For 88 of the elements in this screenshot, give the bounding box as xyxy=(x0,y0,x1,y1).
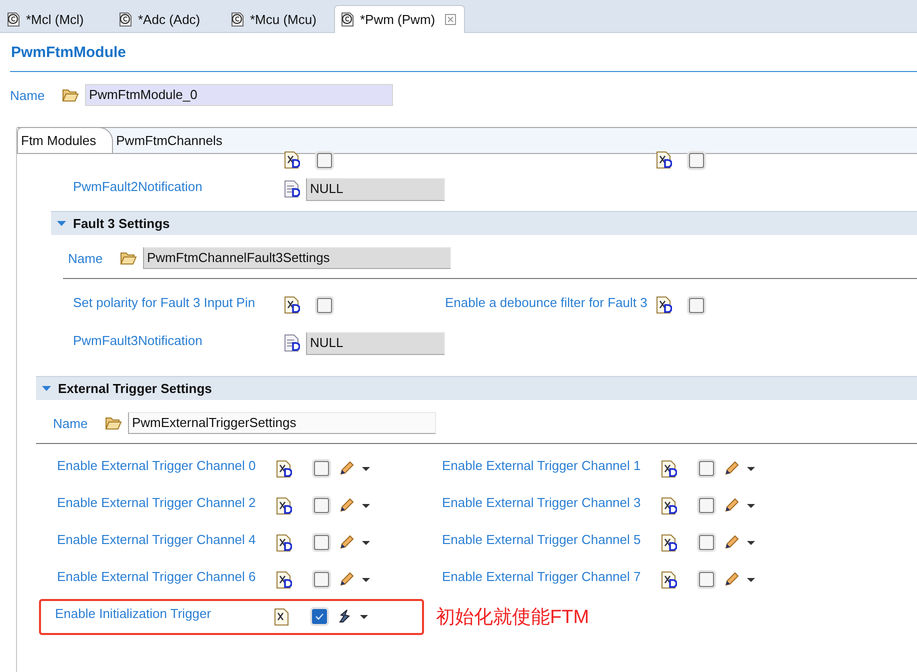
parameter-label: Enable External Trigger Channel 2 xyxy=(57,495,257,510)
folder-icon xyxy=(105,416,122,430)
annotation-text: 初始化就使能FTM xyxy=(436,606,590,630)
parameter-label: PwmFault2Notification xyxy=(73,178,204,194)
checkbox[interactable] xyxy=(312,609,327,624)
parameter-label: Enable Initialization Trigger xyxy=(55,606,212,621)
dropdown-caret-icon xyxy=(747,466,755,470)
editor-tab[interactable]: *Mcl (Mcl) xyxy=(4,6,104,32)
pencil-icon xyxy=(339,461,354,476)
dropdown-caret-icon xyxy=(360,614,368,618)
variable-type-icon xyxy=(661,534,677,552)
document-icon xyxy=(284,180,300,198)
field-label: Name xyxy=(53,416,89,430)
section-header[interactable]: External Trigger Settings xyxy=(36,376,917,400)
page-title: PwmFtmModule xyxy=(10,33,917,72)
checkbox[interactable] xyxy=(314,461,329,476)
document-icon xyxy=(118,12,132,26)
dropdown-caret-icon xyxy=(747,578,755,582)
dropdown-caret-icon xyxy=(362,504,370,508)
pencil-icon xyxy=(339,572,354,587)
name-field[interactable]: PwmFtmChannelFault3Settings xyxy=(143,247,451,269)
editor-tab[interactable]: *Mcu (Mcu) xyxy=(228,6,328,32)
checkbox[interactable] xyxy=(314,498,329,513)
variable-type-icon xyxy=(656,296,672,314)
checkbox[interactable] xyxy=(699,572,714,587)
variable-type-icon xyxy=(661,496,677,514)
pencil-icon xyxy=(339,498,354,513)
parameter-label: PwmFault3Notification xyxy=(73,332,204,348)
dropdown-caret-icon xyxy=(747,540,755,544)
parameter-label: Enable a debounce filter for Fault 3 xyxy=(445,294,648,310)
folder-icon xyxy=(120,251,137,265)
variable-type-icon xyxy=(276,460,292,478)
variable-type-icon xyxy=(661,460,677,478)
editor-tab[interactable]: *Adc (Adc) xyxy=(116,6,216,32)
pencil-icon xyxy=(724,572,739,587)
document-icon xyxy=(284,334,300,352)
parameter-label: Enable External Trigger Channel 7 xyxy=(442,569,642,584)
pencil-icon xyxy=(724,535,739,550)
name-field[interactable]: PwmFtmModule_0 xyxy=(85,84,393,106)
dropdown-caret-icon xyxy=(362,466,370,470)
folder-icon xyxy=(62,88,79,102)
dropdown-caret-icon xyxy=(362,540,370,544)
parameter-label: Enable External Trigger Channel 4 xyxy=(57,532,257,547)
checkbox[interactable] xyxy=(314,572,329,587)
checkbox[interactable] xyxy=(689,298,704,312)
checkbox[interactable] xyxy=(699,498,714,513)
name-field[interactable]: PwmExternalTriggerSettings xyxy=(128,412,436,434)
variable-type-icon xyxy=(661,570,677,588)
tab[interactable]: PwmFtmChannels xyxy=(113,128,228,153)
dropdown-caret-icon xyxy=(747,504,755,508)
function-icon xyxy=(337,609,352,624)
checkbox[interactable] xyxy=(699,535,714,550)
document-icon xyxy=(340,12,354,27)
field-label: Name xyxy=(10,88,46,102)
variable-type-icon xyxy=(276,534,292,552)
variable-type-icon xyxy=(656,151,672,169)
close-icon xyxy=(445,14,456,25)
section-header[interactable]: Fault 3 Settings xyxy=(51,211,917,235)
section-title: Fault 3 Settings xyxy=(73,216,170,231)
checkbox[interactable] xyxy=(317,298,332,312)
parameter-label: Enable External Trigger Channel 1 xyxy=(442,458,642,473)
checkbox[interactable] xyxy=(317,152,332,168)
parameter-label: Enable External Trigger Channel 5 xyxy=(442,532,642,547)
value-field[interactable]: NULL xyxy=(306,332,445,354)
parameter-label: Enable External Trigger Channel 0 xyxy=(57,458,257,473)
check-icon xyxy=(315,613,324,620)
field-label: Name xyxy=(68,250,104,266)
pencil-icon xyxy=(724,461,739,476)
pencil-icon xyxy=(339,535,354,550)
variable-type-icon xyxy=(284,151,300,169)
editor-tab[interactable]: *Pwm (Pwm) xyxy=(334,5,466,33)
parameter-label: Enable External Trigger Channel 3 xyxy=(442,495,642,510)
section-title: External Trigger Settings xyxy=(58,381,212,396)
tab[interactable]: Ftm Modules xyxy=(17,127,114,153)
parameter-label: Set polarity for Fault 3 Input Pin xyxy=(73,294,256,310)
document-icon xyxy=(6,12,20,26)
variable-type-icon xyxy=(276,570,292,588)
pencil-icon xyxy=(724,498,739,513)
variable-type-icon xyxy=(276,496,292,514)
dropdown-caret-icon xyxy=(362,578,370,582)
value-field[interactable]: NULL xyxy=(306,178,445,200)
checkbox[interactable] xyxy=(314,535,329,550)
variable-type-icon xyxy=(274,608,290,626)
parameter-label: Enable External Trigger Channel 6 xyxy=(57,569,257,584)
document-icon xyxy=(230,12,244,26)
checkbox[interactable] xyxy=(689,152,704,168)
checkbox[interactable] xyxy=(699,461,714,476)
variable-type-icon xyxy=(284,296,300,314)
